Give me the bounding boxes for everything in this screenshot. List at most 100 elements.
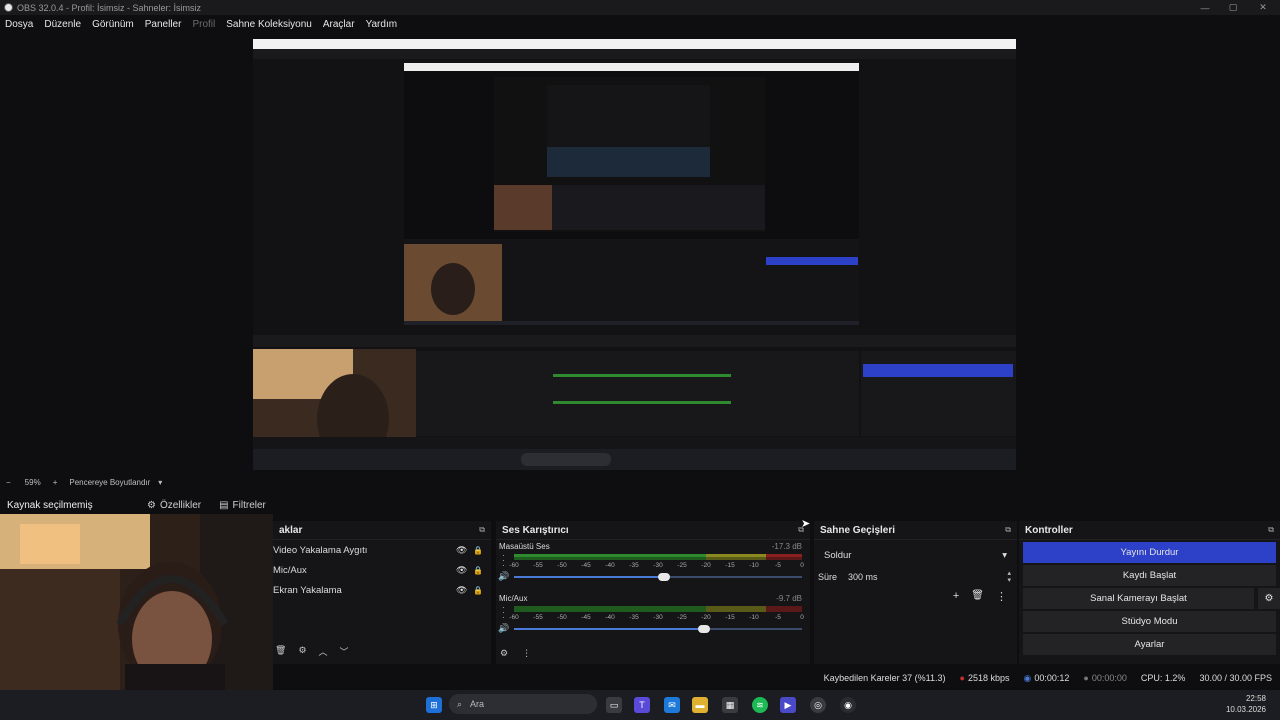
menu-gorunum[interactable]: Görünüm — [87, 19, 140, 30]
settings-button[interactable]: Ayarlar — [1023, 634, 1276, 655]
trash-icon[interactable]: 🗑 — [971, 590, 984, 603]
trash-icon[interactable]: 🗑 — [275, 645, 286, 658]
meter-tick-label: -15 — [725, 614, 735, 621]
add-icon[interactable]: + — [953, 590, 959, 603]
meter-ticks: -60 -55 -50 -45 -40 -35 -30 -25 -20 -15 -10 -5 0 — [509, 562, 804, 572]
mixer-track: Masaüstü Ses -17.3 dB · · · -60 -55 -50 -45 -4… — [496, 540, 810, 592]
app-icon[interactable]: ▶ — [780, 697, 796, 713]
properties-button[interactable]: ⚙ Özellikler — [147, 500, 201, 511]
menu-dosya[interactable]: Dosya — [0, 19, 39, 30]
more-options-icon[interactable]: · · · — [502, 604, 505, 622]
meter-red — [766, 609, 802, 612]
menu-duzenle[interactable]: Düzenle — [39, 19, 87, 30]
eye-icon[interactable]: 👁 — [456, 545, 467, 556]
filters-button[interactable]: ▤ Filtreler — [219, 500, 266, 511]
gear-icon[interactable]: ⚙ — [1258, 588, 1280, 609]
volume-slider[interactable] — [514, 573, 802, 581]
chevron-down-icon[interactable]: ▾ — [158, 478, 162, 487]
list-item[interactable]: Video Yakalama Aygıtı 👁 🔒 — [273, 540, 491, 560]
lock-icon[interactable]: 🔒 — [473, 586, 483, 595]
menu-paneller[interactable]: Paneller — [140, 19, 188, 30]
teams-icon[interactable]: T — [634, 697, 650, 713]
spotify-icon[interactable]: ≋ — [752, 697, 768, 713]
zoom-in-button[interactable]: + — [53, 478, 58, 487]
taskbar-search[interactable]: ⌕ Ara — [449, 694, 597, 714]
menu-sahne-koleksiyonu[interactable]: Sahne Koleksiyonu — [221, 19, 318, 30]
gear-icon[interactable]: ⚙ — [298, 645, 306, 658]
volume-meter — [514, 606, 802, 612]
preview-canvas — [253, 39, 1016, 470]
studio-mode-button[interactable]: Stüdyo Modu — [1023, 611, 1276, 632]
meter-tick-label: -40 — [605, 562, 615, 569]
mail-icon[interactable]: ✉ — [664, 697, 680, 713]
meter-tick-label: -40 — [605, 614, 615, 621]
popout-icon[interactable]: ⧉ — [1268, 525, 1274, 535]
meter-yellow — [706, 557, 766, 560]
speaker-icon[interactable]: 🔊 — [498, 623, 509, 634]
zoom-out-button[interactable]: − — [6, 478, 11, 487]
lock-icon[interactable]: 🔒 — [473, 566, 483, 575]
menu-bar: Dosya Düzenle Görünüm Paneller Profil Sa… — [0, 16, 403, 32]
meter-tick-label: -60 — [509, 614, 519, 621]
volume-slider[interactable] — [514, 625, 802, 633]
chevron-up-icon[interactable]: ︿ — [319, 645, 328, 658]
meter-tick-label: -15 — [725, 562, 735, 569]
lock-icon[interactable]: 🔒 — [473, 546, 483, 555]
task-view-icon[interactable]: ▭ — [606, 697, 622, 713]
volume-fill — [514, 576, 664, 578]
volume-knob[interactable] — [698, 625, 711, 633]
duration-row: Süre 300 ms ▴ ▾ — [818, 570, 1011, 584]
stop-streaming-button[interactable]: Yayını Durdur — [1023, 542, 1276, 563]
meter-red — [766, 557, 802, 560]
list-item[interactable]: Mic/Aux 👁 🔒 — [273, 560, 491, 580]
meter-tick-label: -25 — [677, 614, 687, 621]
menu-araclar[interactable]: Araçlar — [318, 19, 361, 30]
track-db: -9.7 dB — [776, 594, 802, 603]
list-item[interactable]: Ekran Yakalama 👁 🔒 — [273, 580, 491, 600]
popout-icon[interactable]: ⧉ — [1005, 525, 1011, 535]
windows-start-icon[interactable]: ⊞ — [426, 697, 442, 713]
chevron-down-icon[interactable]: ﹀ — [340, 645, 349, 658]
file-explorer-icon[interactable]: ▬ — [692, 697, 708, 713]
more-options-icon[interactable]: ⋮ — [522, 648, 531, 659]
program-preview[interactable] — [253, 39, 1016, 470]
transition-select[interactable]: Soldur ▾ — [820, 546, 1011, 564]
more-options-icon[interactable]: · · · — [502, 552, 505, 570]
transitions-title: Sahne Geçişleri — [820, 524, 896, 536]
meter-tick-label: -55 — [533, 562, 543, 569]
start-recording-button[interactable]: Kaydı Başlat — [1023, 565, 1276, 586]
controls-dock: Kontroller ⧉ Yayını Durdur Kaydı Başlat … — [1019, 521, 1280, 664]
meter-tick-label: -25 — [677, 562, 687, 569]
meter-tick-label: -5 — [775, 614, 781, 621]
store-icon[interactable]: ▦ — [722, 697, 738, 713]
search-icon: ⌕ — [457, 698, 463, 709]
zoom-value: 59% — [24, 477, 41, 487]
more-options-icon[interactable]: ⋮ — [996, 590, 1007, 603]
duration-input[interactable]: 300 ms — [848, 572, 1007, 582]
clock-date: 10.03.2026 — [1225, 705, 1266, 714]
advanced-audio-icon[interactable]: ⚙ — [500, 648, 508, 659]
sources-dock-header: aklar ⧉ — [273, 521, 491, 540]
duration-stepper[interactable]: ▴ ▾ — [1007, 570, 1011, 584]
meter-tick-label: -5 — [775, 562, 781, 569]
stream-icon: ◉ — [1023, 672, 1032, 683]
maximize-icon[interactable]: ▢ — [1218, 0, 1248, 15]
meter-tick-label: -20 — [701, 614, 711, 621]
volume-knob[interactable] — [657, 573, 670, 581]
track-db: -17.3 dB — [771, 542, 802, 551]
start-virtual-camera-button[interactable]: Sanal Kamerayı Başlat ⚙ — [1023, 588, 1280, 609]
zoom-mode-select[interactable]: Pencereye Boyutlandır — [69, 478, 150, 487]
close-icon[interactable]: ✕ — [1248, 0, 1278, 15]
meter-tick-label: -30 — [653, 614, 663, 621]
popout-icon[interactable]: ⧉ — [479, 525, 485, 535]
chrome-icon[interactable]: ◎ — [810, 697, 826, 713]
transition-toolbar: + 🗑 ⋮ — [814, 590, 1017, 603]
menu-yardim[interactable]: Yardım — [361, 19, 404, 30]
eye-icon[interactable]: 👁 — [456, 565, 467, 576]
eye-icon[interactable]: 👁 — [456, 585, 467, 596]
speaker-icon[interactable]: 🔊 — [498, 571, 509, 582]
obs-icon[interactable]: ◉ — [840, 697, 856, 713]
controls-title: Kontroller — [1025, 524, 1073, 536]
duration-label: Süre — [818, 572, 838, 582]
minimize-icon[interactable]: — — [1190, 0, 1220, 15]
